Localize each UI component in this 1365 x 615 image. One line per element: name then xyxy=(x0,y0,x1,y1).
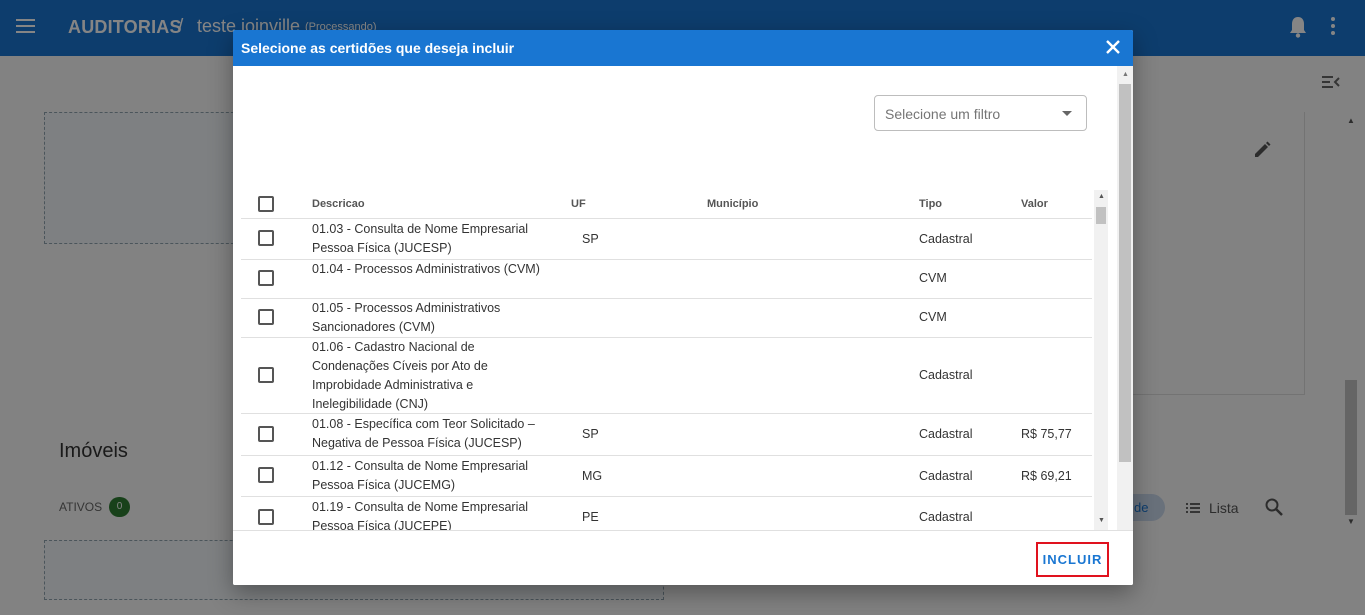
column-header-descricao[interactable]: Descricao xyxy=(312,198,365,210)
dialog-title: Selecione as certidões que deseja inclui… xyxy=(241,40,515,56)
dropdown-caret-icon xyxy=(1062,111,1072,116)
row-checkbox[interactable] xyxy=(258,270,274,286)
cell-tipo: Cadastral xyxy=(919,232,973,246)
table-row[interactable]: 01.06 - Cadastro Nacional de Condenações… xyxy=(241,338,1092,414)
scroll-up-icon[interactable]: ▲ xyxy=(1098,193,1105,200)
cell-tipo: Cadastral xyxy=(919,427,973,441)
select-all-checkbox[interactable] xyxy=(258,196,274,212)
cell-uf: MG xyxy=(582,469,603,483)
filter-placeholder: Selecione um filtro xyxy=(885,106,1001,122)
table-row[interactable]: 01.08 - Específica com Teor Solicitado –… xyxy=(241,414,1092,456)
column-header-tipo[interactable]: Tipo xyxy=(919,198,942,210)
cell-uf: SP xyxy=(582,232,599,246)
cell-descricao: 01.06 - Cadastro Nacional de Condenações… xyxy=(312,340,488,411)
cell-tipo: Cadastral xyxy=(919,510,973,524)
table-row[interactable]: 01.04 - Processos Administrativos (CVM) … xyxy=(241,260,1092,299)
table-scrollbar[interactable]: ▲ ▼ xyxy=(1094,190,1108,530)
cell-valor: R$ 75,77 xyxy=(1021,427,1072,441)
row-checkbox[interactable] xyxy=(258,309,274,325)
cell-descricao: 01.08 - Específica com Teor Solicitado –… xyxy=(312,417,535,450)
filter-select[interactable]: Selecione um filtro xyxy=(874,95,1087,131)
cell-valor: R$ 69,21 xyxy=(1021,469,1072,483)
cell-uf: PE xyxy=(582,510,599,524)
column-header-municipio[interactable]: Município xyxy=(707,198,758,210)
dialog-scroll-thumb[interactable] xyxy=(1119,84,1131,462)
certidoes-table: Descricao UF Município Tipo Valor 01.03 … xyxy=(241,190,1108,530)
dialog-scrollbar[interactable]: ▲ xyxy=(1117,66,1133,530)
cell-descricao: 01.04 - Processos Administrativos (CVM) xyxy=(312,262,540,276)
incluir-button[interactable]: INCLUIR xyxy=(1036,542,1109,577)
scroll-down-icon[interactable]: ▼ xyxy=(1098,517,1105,524)
table-row[interactable]: 01.05 - Processos Administrativos Sancio… xyxy=(241,299,1092,338)
cell-descricao: 01.05 - Processos Administrativos Sancio… xyxy=(312,301,501,334)
row-checkbox[interactable] xyxy=(258,426,274,442)
row-checkbox[interactable] xyxy=(258,367,274,383)
table-header: Descricao UF Município Tipo Valor xyxy=(241,190,1092,219)
cell-tipo: Cadastral xyxy=(919,469,973,483)
close-icon[interactable] xyxy=(1105,39,1121,55)
certidoes-dialog: Selecione as certidões que deseja inclui… xyxy=(233,30,1133,585)
dialog-header: Selecione as certidões que deseja inclui… xyxy=(233,30,1133,66)
cell-descricao: 01.19 - Consulta de Nome Empresarial Pes… xyxy=(312,500,529,530)
cell-tipo: CVM xyxy=(919,271,947,285)
table-row[interactable]: 01.19 - Consulta de Nome Empresarial Pes… xyxy=(241,497,1092,530)
dialog-footer: INCLUIR xyxy=(233,530,1133,585)
cell-uf: SP xyxy=(582,427,599,441)
scroll-up-icon[interactable]: ▲ xyxy=(1122,71,1129,78)
column-header-valor[interactable]: Valor xyxy=(1021,198,1048,210)
column-header-uf[interactable]: UF xyxy=(571,198,586,210)
table-row[interactable]: 01.03 - Consulta de Nome Empresarial Pes… xyxy=(241,219,1092,260)
cell-descricao: 01.03 - Consulta de Nome Empresarial Pes… xyxy=(312,222,529,255)
table-scroll-thumb[interactable] xyxy=(1096,207,1106,224)
row-checkbox[interactable] xyxy=(258,509,274,525)
table-row[interactable]: 01.12 - Consulta de Nome Empresarial Pes… xyxy=(241,456,1092,497)
row-checkbox[interactable] xyxy=(258,230,274,246)
row-checkbox[interactable] xyxy=(258,467,274,483)
cell-descricao: 01.12 - Consulta de Nome Empresarial Pes… xyxy=(312,459,529,492)
cell-tipo: CVM xyxy=(919,310,947,324)
cell-tipo: Cadastral xyxy=(919,368,973,382)
